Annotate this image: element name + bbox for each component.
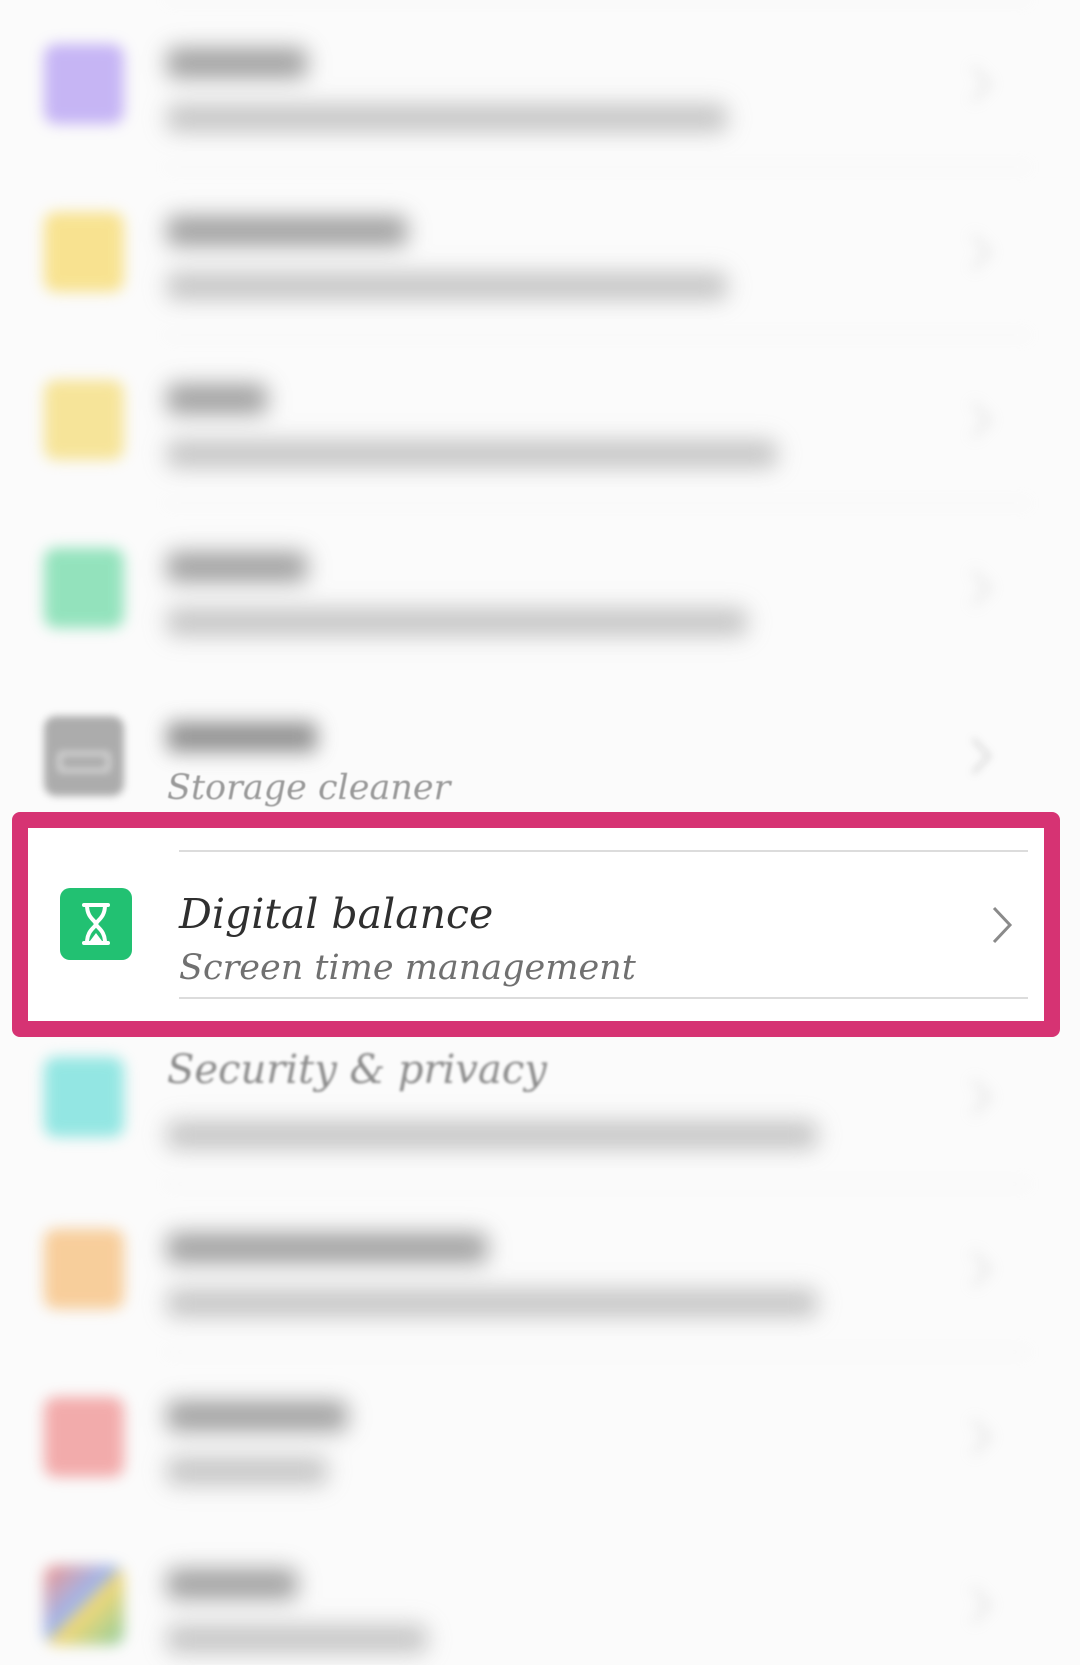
divider [179, 850, 1028, 852]
digital-balance-subtitle: Screen time management [179, 948, 636, 988]
blurred-title [167, 552, 307, 582]
settings-row-smart-assistance[interactable] [0, 1183, 1080, 1353]
hourglass-icon [60, 888, 132, 960]
blurred-subtitle [167, 272, 727, 300]
settings-row-sounds[interactable] [0, 0, 1080, 168]
chevron-right-icon [971, 1250, 992, 1288]
digital-balance-highlight[interactable]: Digital balance Screen time management [12, 812, 1060, 1037]
chevron-right-icon [971, 233, 992, 271]
divider [167, 166, 1028, 168]
chevron-right-icon [971, 401, 992, 439]
blurred-title [167, 1569, 297, 1599]
settings-row-google[interactable] [0, 1521, 1080, 1665]
battery-icon [44, 548, 124, 628]
settings-row-security[interactable]: Security & privacy [0, 1015, 1080, 1205]
blurred-title [167, 722, 317, 752]
chevron-right-icon [971, 737, 992, 775]
settings-row-apps[interactable] [0, 334, 1080, 504]
blurred-subtitle [167, 608, 747, 636]
divider [167, 334, 1028, 336]
google-icon [44, 1565, 124, 1645]
blurred-subtitle [167, 1625, 427, 1653]
digital-balance-title: Digital balance [179, 890, 494, 938]
blurred-subtitle [167, 104, 727, 132]
chevron-right-icon [971, 1418, 992, 1456]
divider [167, 1351, 1028, 1353]
chevron-right-icon [971, 569, 992, 607]
blurred-title [167, 1401, 347, 1431]
blurred-subtitle [167, 1289, 817, 1317]
storage-icon [44, 716, 124, 796]
settings-row-notifications[interactable] [0, 166, 1080, 336]
blurred-title [167, 1233, 487, 1263]
accounts-icon [44, 1397, 124, 1477]
smart-assistance-icon [44, 1229, 124, 1309]
chevron-right-icon [971, 1586, 992, 1624]
chevron-right-icon [971, 65, 992, 103]
shield-icon [44, 1057, 124, 1137]
divider [179, 997, 1028, 999]
blurred-subtitle [167, 1121, 817, 1149]
notifications-icon [44, 212, 124, 292]
chevron-right-icon [971, 1078, 992, 1116]
blurred-title [167, 48, 307, 78]
blurred-subtitle [167, 440, 777, 468]
storage-subtitle: Storage cleaner [167, 768, 451, 808]
settings-row-accounts[interactable] [0, 1351, 1080, 1521]
chevron-right-icon [992, 906, 1013, 944]
divider [167, 1183, 1028, 1185]
settings-row-battery[interactable] [0, 502, 1080, 672]
apps-icon [44, 380, 124, 460]
settings-screen: Storage cleaner Security & privacy Digit… [0, 0, 1080, 1665]
divider [167, 502, 1028, 504]
blurred-title [167, 216, 407, 246]
security-title: Security & privacy [167, 1047, 547, 1093]
blurred-title [167, 384, 267, 414]
blurred-subtitle [167, 1457, 327, 1485]
sounds-icon [44, 44, 124, 124]
